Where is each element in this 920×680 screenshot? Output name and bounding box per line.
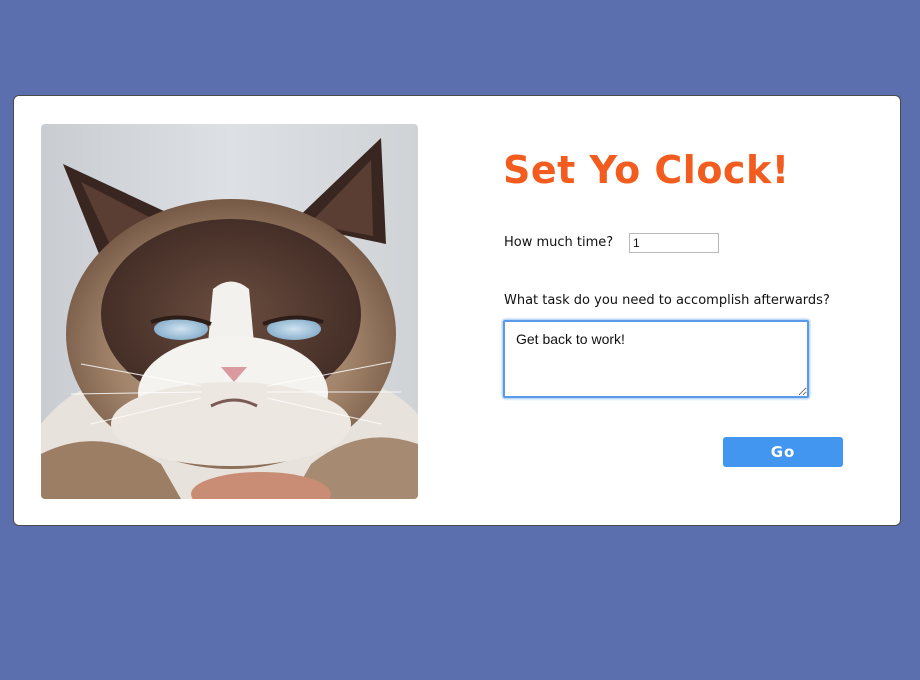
time-label: How much time? (504, 235, 614, 250)
main-card: Set Yo Clock! How much time? What task d… (13, 95, 901, 526)
task-textarea[interactable]: Get back to work! (503, 320, 809, 398)
go-button[interactable]: Go (723, 437, 843, 467)
page-title: Set Yo Clock! (503, 148, 790, 192)
task-label: What task do you need to accomplish afte… (504, 293, 830, 308)
grumpy-cat-photo (41, 124, 418, 499)
time-input[interactable] (629, 233, 719, 253)
